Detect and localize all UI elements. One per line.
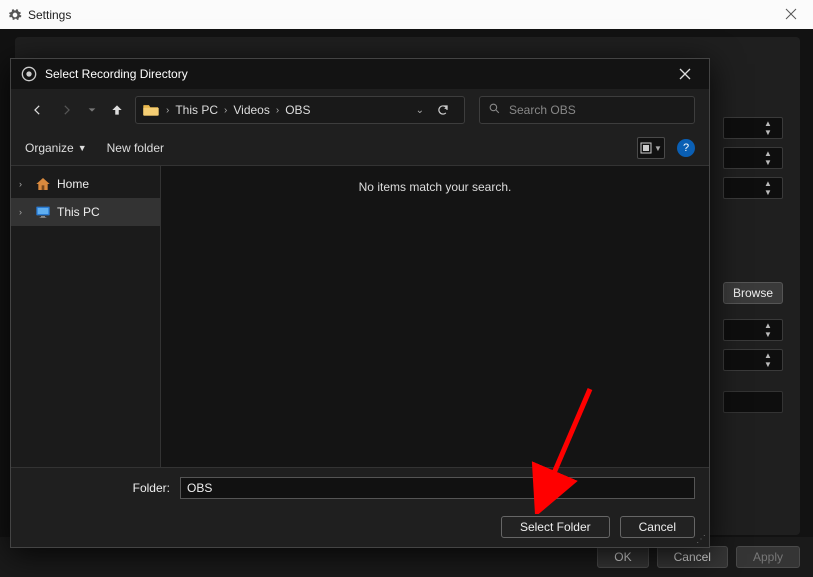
refresh-icon[interactable] xyxy=(428,103,458,117)
stepper-field[interactable]: ▲▼ xyxy=(723,147,783,169)
select-recording-directory-dialog: Select Recording Directory › This PC › V… xyxy=(10,58,710,548)
nav-row: › This PC › Videos › OBS ⌄ xyxy=(11,89,709,131)
organize-menu[interactable]: Organize ▼ xyxy=(25,141,87,155)
close-icon[interactable] xyxy=(671,64,699,84)
settings-title: Settings xyxy=(28,8,71,22)
dialog-title: Select Recording Directory xyxy=(45,67,188,81)
cancel-button[interactable]: Cancel xyxy=(657,546,728,568)
tree-item-home[interactable]: › Home xyxy=(11,170,160,198)
breadcrumb-item[interactable]: This PC xyxy=(175,103,218,117)
stepper-field[interactable]: ▲▼ xyxy=(723,177,783,199)
new-folder-button[interactable]: New folder xyxy=(107,141,164,155)
resize-grip-icon[interactable]: ⋰ xyxy=(696,537,705,543)
gear-icon xyxy=(8,8,22,22)
browse-button[interactable]: Browse xyxy=(723,282,783,304)
chevron-right-icon[interactable]: › xyxy=(19,207,29,217)
toolbar: Organize ▼ New folder ▼ ? xyxy=(11,131,709,165)
select-folder-button[interactable]: Select Folder xyxy=(501,516,610,538)
up-icon[interactable] xyxy=(105,98,129,122)
breadcrumb-item[interactable]: OBS xyxy=(285,103,310,117)
folder-label: Folder: xyxy=(25,481,170,495)
tree-item-label: Home xyxy=(57,177,89,191)
cancel-button[interactable]: Cancel xyxy=(620,516,695,538)
list-icon xyxy=(640,142,652,154)
close-icon[interactable] xyxy=(775,4,807,24)
chevron-down-icon[interactable]: ⌄ xyxy=(416,105,424,116)
help-icon[interactable]: ? xyxy=(677,139,695,157)
chevron-right-icon: › xyxy=(222,105,229,116)
obs-logo-icon xyxy=(21,66,37,82)
apply-button[interactable]: Apply xyxy=(736,546,800,568)
folder-icon xyxy=(142,103,160,117)
nav-tree: › Home › This PC xyxy=(11,166,161,467)
back-icon[interactable] xyxy=(25,98,49,122)
stepper-field[interactable]: ▲▼ xyxy=(723,117,783,139)
tree-item-this-pc[interactable]: › This PC xyxy=(11,198,160,226)
search-input[interactable]: Search OBS xyxy=(479,96,695,124)
search-placeholder: Search OBS xyxy=(509,103,576,117)
chevron-down-icon: ▼ xyxy=(654,144,662,153)
view-mode-button[interactable]: ▼ xyxy=(637,137,665,159)
file-list-pane: No items match your search. xyxy=(161,166,709,467)
folder-row: Folder: xyxy=(11,467,709,507)
chevron-down-icon: ▼ xyxy=(78,143,87,153)
chevron-right-icon: › xyxy=(274,105,281,116)
forward-icon[interactable] xyxy=(55,98,79,122)
breadcrumb-item[interactable]: Videos xyxy=(233,103,269,117)
dropdown-field[interactable] xyxy=(723,391,783,413)
stepper-field[interactable]: ▲▼ xyxy=(723,349,783,371)
home-icon xyxy=(35,176,51,192)
monitor-icon xyxy=(35,205,51,219)
chevron-down-icon[interactable] xyxy=(85,98,99,122)
tree-item-label: This PC xyxy=(57,205,100,219)
dialog-titlebar: Select Recording Directory xyxy=(11,59,709,89)
settings-titlebar: Settings xyxy=(0,0,813,29)
action-row: Select Folder Cancel ⋰ xyxy=(11,507,709,547)
stepper-field[interactable]: ▲▼ xyxy=(723,319,783,341)
chevron-right-icon[interactable]: › xyxy=(19,179,29,189)
ok-button[interactable]: OK xyxy=(597,546,648,568)
empty-message: No items match your search. xyxy=(359,180,512,467)
breadcrumb[interactable]: › This PC › Videos › OBS ⌄ xyxy=(135,96,465,124)
chevron-right-icon: › xyxy=(164,105,171,116)
search-icon xyxy=(488,102,501,118)
folder-input[interactable] xyxy=(180,477,695,499)
